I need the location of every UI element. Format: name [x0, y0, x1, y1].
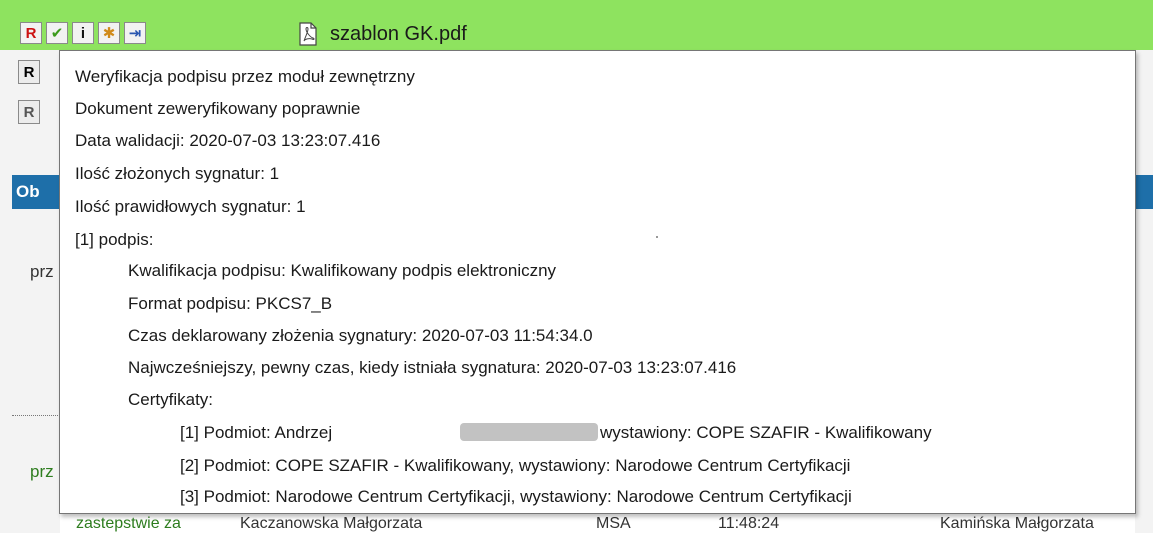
row-text: prz [30, 262, 54, 281]
cert-line: [2] Podmiot: COPE SZAFIR - Kwalifikowany… [180, 456, 851, 475]
document-toolbar: R ✔ i ✱ ⇥ szablon GK.pdf [0, 0, 1153, 51]
signature-button[interactable]: R [18, 60, 40, 84]
table-cell: zastepstwie za [76, 515, 181, 532]
signature-outline-button[interactable]: R [18, 100, 40, 124]
tooltip-line: Certyfikaty: [128, 390, 214, 409]
pdf-file-icon [299, 22, 317, 46]
table-cell: Kamińska Małgorzata [940, 515, 1094, 532]
row-text-green: prz [30, 462, 54, 481]
tooltip-line: Format podpisu: PKCS7_B [128, 294, 333, 313]
export-document-icon[interactable]: ⇥ [124, 22, 146, 44]
remove-signature-icon[interactable]: R [20, 22, 42, 44]
verify-check-icon[interactable]: ✔ [46, 22, 68, 44]
column-header: Ob [12, 175, 62, 209]
tooltip-line: Ilość prawidłowych sygnatur: 1 [75, 197, 306, 216]
row-divider [12, 415, 60, 416]
tooltip-line: Kwalifikacja podpisu: Kwalifikowany podp… [128, 261, 557, 280]
table-cell: Kaczanowska Małgorzata [240, 515, 423, 532]
tooltip-line: Czas deklarowany złożenia sygnatury: 202… [128, 326, 593, 345]
tooltip-line: Najwcześniejszy, pewny czas, kiedy istni… [128, 358, 737, 377]
tooltip-line: Data walidacji: 2020-07-03 13:23:07.416 [75, 131, 381, 150]
cert-line: wystawiony: COPE SZAFIR - Kwalifikowany [600, 423, 932, 442]
file-link[interactable]: szablon GK.pdf [298, 22, 467, 46]
table-row: zastepstwie za Kaczanowska Małgorzata MS… [60, 513, 1153, 533]
column-header-right [1135, 175, 1153, 209]
right-panel [1135, 50, 1153, 533]
document-star-icon[interactable]: ✱ [98, 22, 120, 44]
signature-verification-tooltip: Weryfikacja podpisu przez moduł zewnętrz… [59, 50, 1136, 514]
tooltip-line: Ilość złożonych sygnatur: 1 [75, 164, 280, 183]
tooltip-line: Dokument zeweryfikowany poprawnie [75, 99, 361, 118]
cert-line: [3] Podmiot: Narodowe Centrum Certyfikac… [180, 487, 852, 506]
table-cell: MSA [596, 515, 631, 532]
cert-line: [1] Podmiot: Andrzej [180, 423, 333, 442]
file-name[interactable]: szablon GK.pdf [330, 23, 467, 46]
tooltip-line: [1] podpis: [75, 230, 154, 249]
redacted-name [460, 423, 598, 441]
tooltip-line: Weryfikacja podpisu przez moduł zewnętrz… [75, 67, 415, 86]
info-icon[interactable]: i [72, 22, 94, 44]
stray-dot [656, 236, 658, 238]
table-cell: 11:48:24 [718, 515, 780, 532]
